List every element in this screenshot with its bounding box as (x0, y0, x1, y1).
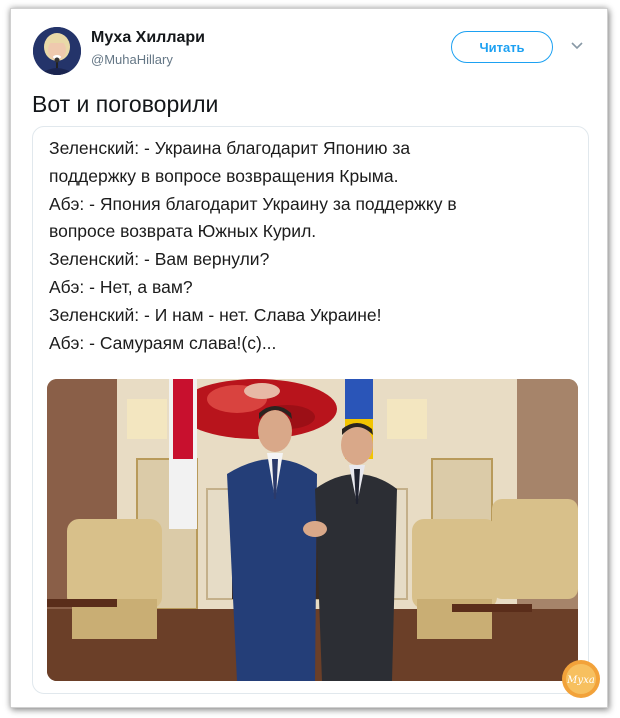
follow-button[interactable]: Читать (451, 31, 553, 63)
dialog-line: вопросе возврата Южных Курил. (49, 221, 317, 242)
dialog-line: Зеленский: - И нам - нет. Слава Украине! (49, 304, 382, 325)
handshake-photo (47, 379, 578, 681)
author-name[interactable]: Муха Хиллари (91, 29, 205, 47)
dialog-line: Зеленский: - Украина благодарит Японию з… (49, 138, 411, 158)
dialog-line: Абэ: - Самураям слава!(с)... (49, 332, 277, 353)
dialog-line: поддержку в вопросе возвращения Крыма. (49, 165, 399, 186)
avatar[interactable] (33, 27, 81, 75)
dialog-line: Абэ: - Япония благодарит Украину за подд… (49, 193, 457, 214)
embedded-card[interactable]: Зеленский: - Украина благодарит Японию з… (32, 126, 589, 694)
tweet-text: Вот и поговорили (32, 91, 219, 117)
chevron-down-icon[interactable] (569, 37, 585, 53)
avatar-image (33, 27, 81, 75)
dialog-line: Абэ: - Нет, а вам? (49, 276, 193, 297)
author-handle[interactable]: @MuhaHillary (91, 52, 173, 67)
watermark-logo: Муха (562, 660, 600, 698)
watermark-text: Муха (566, 675, 595, 686)
dialog-line: Зеленский: - Вам вернули? (49, 249, 270, 270)
tweet-card: Муха Хиллари @MuhaHillary Читать Вот и п… (10, 8, 608, 708)
dialog-text: Зеленский: - Украина благодарит Японию з… (49, 135, 569, 357)
photo[interactable] (47, 379, 578, 681)
